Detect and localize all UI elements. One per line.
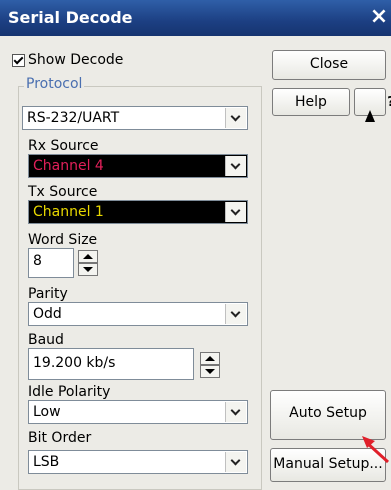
pointer-cursor-icon (365, 94, 376, 122)
rx-source-value: Channel 4 (33, 158, 104, 174)
tx-source-select[interactable]: Channel 1 (28, 200, 248, 224)
title-bar: Serial Decode × (0, 0, 391, 36)
chevron-down-icon[interactable] (225, 452, 246, 472)
window-title: Serial Decode (8, 8, 133, 27)
decrement-arrow-icon[interactable] (200, 365, 220, 378)
word-size-label: Word Size (28, 232, 98, 248)
bit-order-label: Bit Order (28, 430, 92, 446)
chevron-down-icon[interactable] (225, 202, 246, 222)
rx-source-select[interactable]: Channel 4 (28, 154, 248, 178)
decrement-arrow-icon[interactable] (78, 263, 98, 276)
parity-label: Parity (28, 286, 68, 302)
parity-select[interactable]: Odd (28, 302, 248, 326)
baud-label: Baud (28, 332, 64, 348)
tx-source-value: Channel 1 (33, 204, 104, 220)
idle-polarity-label: Idle Polarity (28, 384, 111, 400)
rx-source-label: Rx Source (28, 138, 99, 154)
protocol-group-label: Protocol (24, 76, 85, 92)
show-decode-checkbox[interactable]: Show Decode (12, 52, 123, 68)
word-size-stepper[interactable] (78, 250, 98, 276)
baud-stepper[interactable] (200, 352, 220, 378)
bit-order-value: LSB (33, 454, 60, 470)
chevron-down-icon[interactable] (225, 304, 246, 324)
tx-source-label: Tx Source (28, 184, 98, 200)
protocol-value: RS-232/UART (27, 110, 120, 126)
bit-order-select[interactable]: LSB (28, 450, 248, 474)
show-decode-label: Show Decode (28, 52, 124, 68)
idle-polarity-select[interactable]: Low (28, 400, 248, 424)
increment-arrow-icon[interactable] (78, 250, 98, 263)
word-size-field[interactable]: 8 (28, 248, 74, 278)
protocol-select[interactable]: RS-232/UART (22, 106, 248, 130)
whats-this-button[interactable]: ? (354, 88, 391, 122)
word-size-value: 8 (33, 253, 42, 269)
annotation-arrow-icon (362, 436, 390, 464)
checkbox-checked-icon[interactable] (12, 53, 25, 67)
help-button[interactable]: Help (272, 88, 350, 116)
parity-value: Odd (33, 306, 62, 322)
idle-polarity-value: Low (33, 404, 61, 420)
increment-arrow-icon[interactable] (200, 352, 220, 365)
chevron-down-icon[interactable] (225, 156, 246, 176)
close-button[interactable]: Close (272, 50, 386, 80)
baud-field[interactable]: 19.200 kb/s (28, 348, 194, 380)
auto-setup-button[interactable]: Auto Setup (270, 390, 386, 440)
chevron-down-icon[interactable] (225, 402, 246, 422)
baud-value: 19.200 kb/s (33, 355, 116, 371)
chevron-down-icon[interactable] (225, 108, 246, 128)
close-icon[interactable]: × (369, 4, 389, 30)
question-mark-icon: ? (387, 95, 391, 110)
